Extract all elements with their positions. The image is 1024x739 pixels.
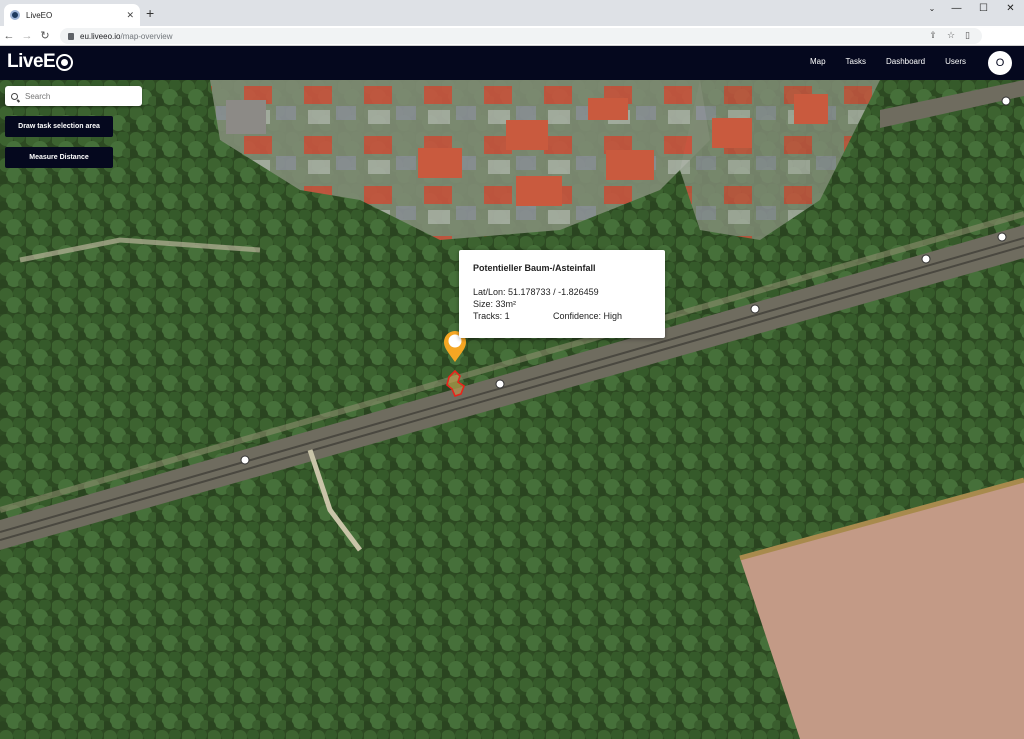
roof xyxy=(606,150,654,180)
satellite-map[interactable]: Draw task selection area Measure Distanc… xyxy=(0,80,1024,739)
new-tab-button[interactable]: + xyxy=(146,4,154,22)
window-controls: ⌄ — ☐ ✕ xyxy=(921,0,1024,20)
roof xyxy=(226,100,266,134)
logo-globe-icon xyxy=(56,53,74,71)
tab-search-icon[interactable]: ⌄ xyxy=(921,0,943,20)
nav-tasks[interactable]: Tasks xyxy=(846,57,866,66)
back-icon[interactable]: ← xyxy=(0,30,18,42)
bookmark-star-icon[interactable]: ☆ xyxy=(947,30,955,41)
forward-icon[interactable]: → xyxy=(18,30,36,42)
track-node[interactable] xyxy=(495,379,505,389)
url-host: eu.liveeo.io xyxy=(80,31,121,41)
main-nav: Map Tasks Dashboard Users xyxy=(810,57,966,66)
close-window-icon[interactable]: ✕ xyxy=(997,0,1024,20)
track-node[interactable] xyxy=(921,254,931,264)
map-imagery xyxy=(0,80,1024,739)
popup-title: Potentieller Baum-/Asteinfall xyxy=(473,263,596,273)
minimize-icon[interactable]: — xyxy=(943,0,970,20)
roof xyxy=(506,120,548,150)
lock-icon xyxy=(68,32,74,40)
omnibox-actions: ⇪ ☆ ▯ xyxy=(929,30,970,41)
tab-title: LiveEO xyxy=(26,10,53,20)
roof xyxy=(794,94,828,124)
url-path: /map-overview xyxy=(120,31,173,41)
track-node[interactable] xyxy=(1001,96,1011,106)
share-icon[interactable]: ⇪ xyxy=(929,30,937,41)
track-node[interactable] xyxy=(240,455,250,465)
sidebar-icon[interactable]: ▯ xyxy=(965,30,970,41)
roof xyxy=(588,98,628,120)
nav-dashboard[interactable]: Dashboard xyxy=(886,57,925,66)
liveeo-logo[interactable]: LiveE xyxy=(7,51,74,73)
nav-users[interactable]: Users xyxy=(945,57,966,66)
track-node[interactable] xyxy=(750,304,760,314)
popup-latlon: Lat/Lon: 51.178733 / -1.826459 xyxy=(473,287,599,297)
url-field[interactable]: eu.liveeo.io/map-overview xyxy=(60,28,982,44)
measure-distance-button[interactable]: Measure Distance xyxy=(5,147,113,168)
liveeo-favicon-icon xyxy=(10,10,20,20)
roof xyxy=(418,148,462,178)
search-icon xyxy=(11,92,18,100)
draw-task-selection-button[interactable]: Draw task selection area xyxy=(5,116,113,137)
search-input[interactable] xyxy=(25,91,135,101)
track-node[interactable] xyxy=(997,232,1007,242)
browser-tab[interactable]: LiveEO ✕ xyxy=(4,4,140,26)
popup-size: Size: 33m² xyxy=(473,299,517,309)
tab-close-icon[interactable]: ✕ xyxy=(126,10,134,21)
address-bar-row: ← → ↻ eu.liveeo.io/map-overview ⇪ ☆ ▯ ⋮ xyxy=(0,26,1024,68)
roof xyxy=(516,176,562,206)
roof xyxy=(712,118,752,148)
maximize-icon[interactable]: ☐ xyxy=(970,0,997,20)
logo-text: LiveE xyxy=(7,51,56,72)
user-avatar[interactable]: O xyxy=(988,51,1012,75)
reload-icon[interactable]: ↻ xyxy=(36,29,54,42)
app-header: LiveE Map Tasks Dashboard Users O xyxy=(0,46,1024,80)
popup-tracks: Tracks: 1 xyxy=(473,311,510,321)
map-search-field[interactable] xyxy=(5,86,142,106)
nav-map[interactable]: Map xyxy=(810,57,826,66)
detection-popup: Potentieller Baum-/Asteinfall Lat/Lon: 5… xyxy=(459,250,665,338)
browser-tab-bar: LiveEO ✕ + ⌄ — ☐ ✕ xyxy=(0,0,1024,26)
popup-confidence: Confidence: High xyxy=(553,311,623,321)
